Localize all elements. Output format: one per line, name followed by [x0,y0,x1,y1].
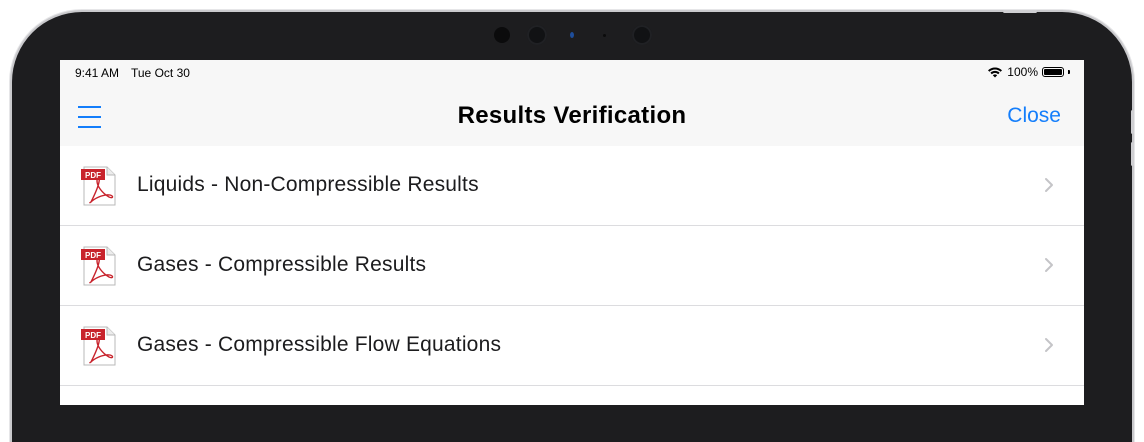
camera-cluster [0,24,1144,48]
status-indicators: 100% [987,65,1070,79]
pdf-icon: PDF [81,166,116,206]
chevron-right-icon [1045,258,1053,272]
face-id-projector [632,25,652,45]
battery-tip [1068,70,1070,74]
list-item-label: Gases - Compressible Flow Equations [137,333,502,356]
wifi-icon [988,67,1003,78]
list-item[interactable]: PDF Gases - Compressible Flow Equations [60,306,1084,386]
screen: 9:41 AM Tue Oct 30 100% Results Verifica… [60,60,1084,405]
list-item[interactable]: PDF Gases - Compressible Results [60,226,1084,306]
volume-up-button [1131,110,1134,134]
page-title: Results Verification [457,102,687,129]
camera-lens [527,25,547,45]
proximity-sensor [570,32,574,38]
pdf-icon: PDF [81,326,116,366]
navigation-bar: Results Verification Close [60,86,1084,147]
volume-down-button [1131,142,1134,166]
pdf-icon: PDF [81,246,116,286]
results-list: PDF Liquids - Non-Compressible Results P… [60,146,1084,386]
battery-percent: 100% [1007,65,1038,79]
status-bar: 9:41 AM Tue Oct 30 100% [60,60,1084,86]
list-item-label: Gases - Compressible Results [137,253,427,276]
ambient-sensor [603,34,606,37]
status-date: Tue Oct 30 [131,66,190,80]
battery-icon [1042,67,1064,77]
list-item-label: Liquids - Non-Compressible Results [137,173,479,196]
close-button[interactable]: Close [1007,104,1061,128]
sensor-dot [494,27,510,43]
top-button [1003,10,1037,13]
list-item[interactable]: PDF Liquids - Non-Compressible Results [60,146,1084,226]
chevron-right-icon [1045,178,1053,192]
status-time: 9:41 AM [75,66,120,80]
chevron-right-icon [1045,338,1053,352]
